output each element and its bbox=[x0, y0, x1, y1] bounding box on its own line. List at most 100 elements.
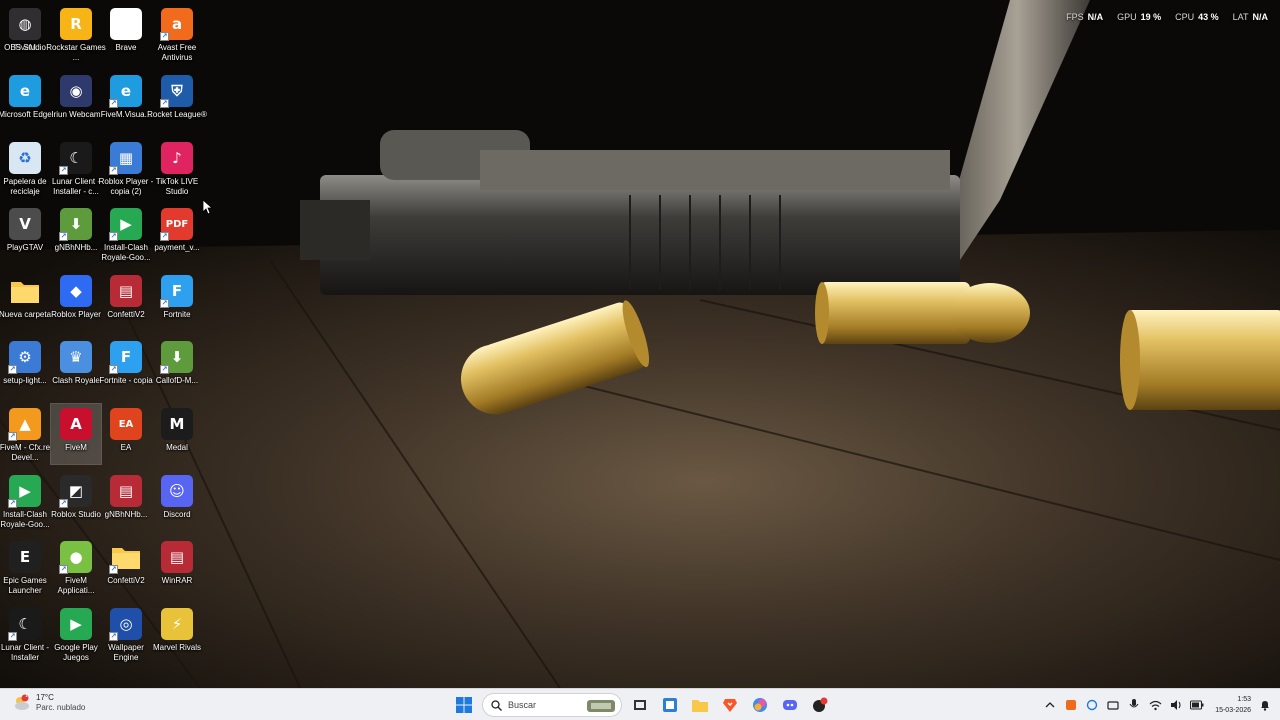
lat-label: LAT bbox=[1232, 12, 1249, 22]
copilot-icon bbox=[753, 698, 767, 712]
desktop-icon[interactable]: ▤ ConfettiV2 bbox=[101, 271, 151, 331]
taskbar-brave[interactable] bbox=[718, 693, 742, 717]
desktop-icon[interactable]: ▶ Google Play Juegos bbox=[51, 604, 101, 664]
desktop-icon[interactable]: ⛨ ↗ Rocket League® bbox=[147, 71, 207, 131]
desktop-icon[interactable]: e ↗ FiveM.Visua... bbox=[101, 71, 151, 131]
desktop-icon[interactable]: ⚙ ↗ setup-light... bbox=[0, 337, 50, 397]
desktop-icon[interactable]: ☺ Discord bbox=[152, 471, 202, 531]
roblox-icon: ◆ bbox=[60, 275, 92, 307]
desktop-icon[interactable]: ◆ Roblox Player bbox=[51, 271, 101, 331]
installer-icon: ⚙ ↗ bbox=[8, 341, 41, 374]
cpu-label: CPU bbox=[1175, 12, 1195, 22]
desktop-icon-label: OBS Studio bbox=[4, 43, 46, 52]
desktop-icon[interactable]: ⬇ ↗ gNBhNHb... bbox=[51, 204, 101, 264]
desktop-icon[interactable]: ▤ WinRAR bbox=[152, 537, 202, 597]
discord-icon bbox=[783, 700, 797, 710]
desktop-icon[interactable]: ▶ ↗ Install-Clash Royale-Goo... bbox=[0, 471, 50, 531]
taskbar-discord[interactable] bbox=[778, 693, 802, 717]
desktop-icon[interactable]: Nueva carpeta bbox=[0, 271, 51, 331]
desktop-icon[interactable]: ♪ TikTok LIVE Studio bbox=[152, 138, 202, 198]
shortcut-arrow-icon: ↗ bbox=[59, 565, 68, 574]
battery-button[interactable] bbox=[1190, 698, 1204, 712]
desktop-icon[interactable]: F ↗ Fortnite bbox=[152, 271, 202, 331]
pdf-icon: PDF ↗ bbox=[160, 208, 193, 241]
desktop-icon[interactable]: ▶ ↗ Install-Clash Royale-Goo... bbox=[101, 204, 151, 264]
desktop-icon[interactable]: ▤ gNBhNHb... bbox=[101, 471, 151, 531]
show-hidden-icons-button[interactable] bbox=[1043, 698, 1057, 712]
start-button[interactable] bbox=[452, 693, 476, 717]
taskbar-center bbox=[452, 693, 832, 717]
tray-app-button[interactable] bbox=[1064, 698, 1078, 712]
fivem-icon: ▲ ↗ bbox=[8, 408, 41, 441]
taskbar-clock[interactable]: 1:53 15-03-2026 bbox=[1215, 694, 1251, 716]
desktop-icon[interactable]: a ↗ Avast Free Antivirus bbox=[152, 4, 202, 64]
desktop-icon[interactable]: R Rockstar Games ... bbox=[46, 4, 106, 64]
system-tray: 1:53 15-03-2026 bbox=[1043, 693, 1272, 717]
desktop-icon[interactable]: ◉ Iriun Webcam bbox=[51, 71, 101, 131]
weather-widget[interactable]: 1 17°C Parc. nublado bbox=[12, 693, 85, 712]
desktop-icon[interactable]: ⚡ Marvel Rivals bbox=[152, 604, 202, 664]
desktop-icon[interactable]: ▲ ↗ FiveM - Cfx.re Devel... bbox=[0, 404, 50, 464]
desktop-icon[interactable]: EA EA bbox=[101, 404, 151, 464]
desktop-icon[interactable]: M Medal bbox=[152, 404, 202, 464]
file-icon bbox=[110, 8, 142, 40]
google-play-icon: ▶ ↗ bbox=[109, 208, 142, 241]
desktop-icon[interactable]: ◎ ↗ Wallpaper Engine bbox=[101, 604, 151, 664]
desktop-icon[interactable]: ♛ Clash Royale bbox=[51, 337, 101, 397]
desktop-icon-label: payment_v... bbox=[154, 243, 200, 252]
network-button[interactable] bbox=[1106, 698, 1120, 712]
taskbar-app-notification[interactable] bbox=[808, 693, 832, 717]
clash-royale-icon: ♛ bbox=[60, 341, 92, 373]
desktop-icon[interactable]: ◩ ↗ Roblox Studio bbox=[51, 471, 101, 531]
desktop-icon[interactable]: ☾ ↗ Lunar Client - Installer bbox=[0, 604, 50, 664]
shortcut-arrow-icon: ↗ bbox=[8, 499, 17, 508]
torrent-icon: ⬇ ↗ bbox=[160, 341, 193, 374]
task-view-icon bbox=[634, 700, 646, 710]
taskbar-copilot[interactable] bbox=[748, 693, 772, 717]
app-with-badge-icon bbox=[813, 697, 828, 712]
desktop-icon[interactable]: PDF ↗ payment_v... bbox=[152, 204, 202, 264]
weather-status: Parc. nublado bbox=[36, 703, 86, 712]
recycle-bin-icon: ♻ bbox=[9, 142, 41, 174]
desktop-icon[interactable]: ▦ ↗ Roblox Player - copia (2) bbox=[99, 138, 153, 198]
performance-overlay: FPS N/A GPU 19 % CPU 43 % LAT N/A bbox=[1066, 12, 1268, 22]
desktop-icon[interactable]: ● ↗ FiveM Applicati... bbox=[51, 537, 101, 597]
microphone-button[interactable] bbox=[1127, 698, 1141, 712]
volume-button[interactable] bbox=[1169, 698, 1183, 712]
notifications-button[interactable] bbox=[1258, 698, 1272, 712]
shortcut-arrow-icon: ↗ bbox=[8, 365, 17, 374]
task-view-button[interactable] bbox=[628, 693, 652, 717]
epic-games-icon: E bbox=[9, 541, 41, 573]
desktop-icon[interactable]: F ↗ Fortnite - copia bbox=[99, 337, 153, 397]
folder-icon: ↗ bbox=[109, 541, 142, 574]
desktop-icon-label: Avast Free Antivirus bbox=[157, 43, 197, 62]
desktop-icon[interactable]: ☾ ↗ Lunar Client - Installer - c... bbox=[51, 138, 101, 198]
desktop-icon-label: Medal bbox=[166, 443, 188, 452]
tray-app-icon bbox=[1066, 700, 1077, 710]
taskbar-app-store[interactable] bbox=[658, 693, 682, 717]
desktop-icon[interactable]: e Microsoft Edge bbox=[0, 71, 52, 131]
desktop-icon[interactable]: ↗ ConfettiV2 bbox=[101, 537, 151, 597]
clock-date: 15-03-2026 bbox=[1215, 707, 1251, 714]
desktop-icon[interactable]: ◍ OBS Studio bbox=[0, 4, 50, 64]
desktop-icon-label: Rocket League® bbox=[147, 110, 207, 119]
gpu-value: 19 % bbox=[1140, 12, 1162, 22]
desktop-icon[interactable]: Brave bbox=[101, 4, 151, 64]
sync-icon bbox=[1086, 699, 1098, 711]
adobe-icon: A bbox=[60, 408, 92, 440]
desktop-icon-label: TikTok LIVE Studio bbox=[155, 177, 199, 196]
shortcut-arrow-icon: ↗ bbox=[160, 299, 169, 308]
wifi-button[interactable] bbox=[1148, 698, 1162, 712]
taskbar-search[interactable] bbox=[482, 693, 622, 717]
desktop-icon[interactable]: E Epic Games Launcher bbox=[0, 537, 50, 597]
desktop-icon[interactable]: A FiveM bbox=[50, 403, 102, 465]
desktop-icon[interactable]: ♻ Papelera de reciclaje bbox=[0, 138, 50, 198]
taskbar-file-explorer[interactable] bbox=[688, 693, 712, 717]
search-input[interactable] bbox=[508, 700, 588, 710]
rockstar-icon: R bbox=[60, 8, 92, 40]
desktop-icon[interactable]: V PlayGTAV bbox=[0, 204, 50, 264]
tray-sync-button[interactable] bbox=[1085, 698, 1099, 712]
desktop-icon[interactable]: ⬇ ↗ CallofD-M... bbox=[152, 337, 202, 397]
fps-readout: FPS N/A bbox=[1066, 12, 1103, 22]
gta-icon: V bbox=[9, 208, 41, 240]
